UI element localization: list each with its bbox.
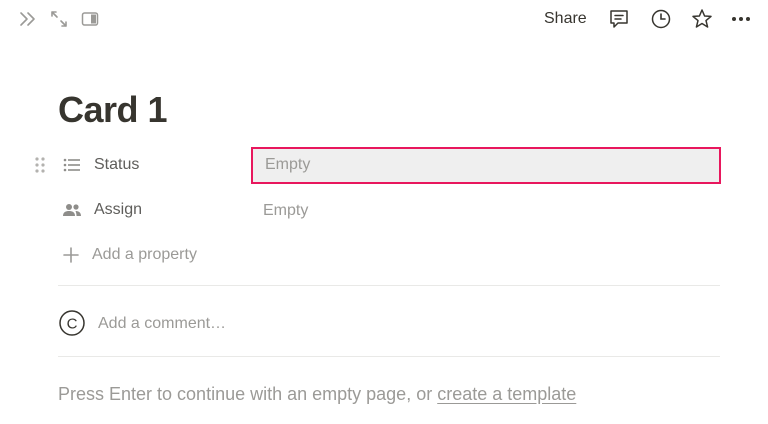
history-icon[interactable] bbox=[650, 8, 672, 30]
side-peek-icon[interactable] bbox=[79, 8, 101, 30]
notion-page: Share Card 1 Status Empty Assign Empty A… bbox=[0, 0, 768, 424]
hint-text: Press Enter to continue with an empty pa… bbox=[58, 384, 433, 404]
property-row-assign: Assign Empty bbox=[0, 192, 768, 228]
comment-input[interactable] bbox=[98, 313, 698, 335]
more-icon[interactable] bbox=[730, 8, 752, 30]
plus-icon bbox=[63, 247, 79, 263]
drag-handle-icon[interactable] bbox=[34, 156, 46, 174]
page-title[interactable]: Card 1 bbox=[58, 88, 168, 132]
empty-page-hint: Press Enter to continue with an empty pa… bbox=[58, 382, 576, 406]
avatar-letter: C bbox=[67, 316, 78, 333]
property-label[interactable]: Assign bbox=[94, 200, 142, 220]
fullscreen-icon[interactable] bbox=[48, 8, 70, 30]
avatar: C bbox=[59, 310, 85, 336]
add-property-button[interactable]: Add a property bbox=[58, 237, 228, 273]
star-icon[interactable] bbox=[691, 8, 713, 30]
property-label[interactable]: Status bbox=[94, 155, 139, 175]
property-value-assign[interactable]: Empty bbox=[251, 192, 721, 229]
comment-row: C bbox=[58, 306, 720, 340]
divider bbox=[58, 285, 720, 286]
property-value-status[interactable]: Empty bbox=[251, 147, 721, 184]
add-property-label: Add a property bbox=[92, 246, 197, 263]
share-button[interactable]: Share bbox=[536, 8, 595, 30]
property-row-status: Status Empty bbox=[0, 147, 768, 184]
expand-icon[interactable] bbox=[17, 8, 39, 30]
people-icon bbox=[62, 201, 82, 219]
divider bbox=[58, 356, 720, 357]
comments-icon[interactable] bbox=[608, 8, 630, 30]
list-icon bbox=[62, 156, 82, 174]
top-bar: Share bbox=[0, 0, 768, 40]
create-template-link[interactable]: create a template bbox=[437, 384, 576, 404]
